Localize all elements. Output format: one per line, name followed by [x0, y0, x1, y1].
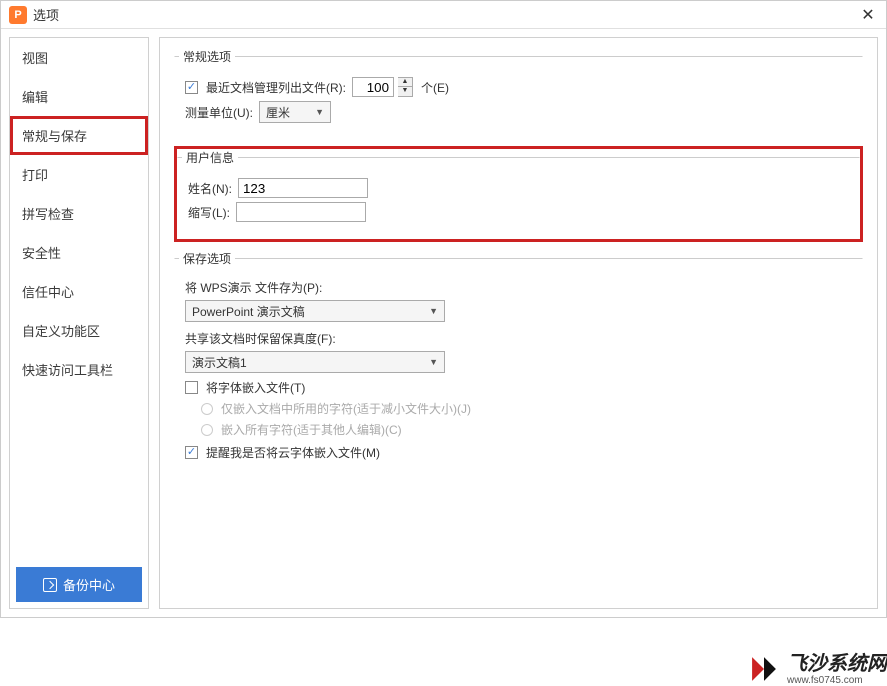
sidebar-item-quick-access[interactable]: 快速访问工具栏 — [10, 350, 148, 389]
recent-files-spinner: ▲ ▼ — [398, 77, 413, 97]
save-options-legend: 保存选项 — [179, 250, 235, 267]
chevron-down-icon: ▼ — [429, 357, 438, 367]
spinner-up-button[interactable]: ▲ — [398, 78, 412, 87]
watermark-text: 飞沙系统网 — [787, 653, 887, 675]
user-info-legend: 用户信息 — [182, 149, 238, 166]
sidebar-item-edit[interactable]: 编辑 — [10, 77, 148, 116]
unit-label: 测量单位(U): — [185, 104, 253, 121]
name-label: 姓名(N): — [188, 180, 232, 197]
save-as-value: PowerPoint 演示文稿 — [192, 303, 305, 320]
general-options-legend: 常规选项 — [179, 48, 235, 65]
close-button[interactable]: ✕ — [858, 5, 878, 25]
fidelity-value: 演示文稿1 — [192, 354, 247, 371]
embed-all-radio[interactable] — [201, 424, 213, 436]
chevron-down-icon: ▼ — [429, 306, 438, 316]
remind-cloud-fonts-label: 提醒我是否将云字体嵌入文件(M) — [206, 444, 380, 461]
app-icon — [9, 6, 27, 24]
name-input[interactable] — [238, 178, 368, 198]
embed-fonts-label: 将字体嵌入文件(T) — [206, 379, 305, 396]
save-as-select[interactable]: PowerPoint 演示文稿 ▼ — [185, 300, 445, 322]
general-options-group: 常规选项 最近文档管理列出文件(R): ▲ ▼ 个(E) 测量单位(U): 厘米 — [174, 48, 863, 140]
recent-files-checkbox[interactable] — [185, 81, 198, 94]
embed-subset-label: 仅嵌入文档中所用的字符(适于减小文件大小)(J) — [221, 400, 471, 417]
sidebar-item-trust-center[interactable]: 信任中心 — [10, 272, 148, 311]
fidelity-label: 共享该文档时保留保真度(F): — [185, 330, 336, 347]
unit-select[interactable]: 厘米 ▼ — [259, 101, 331, 123]
recent-files-input[interactable] — [352, 77, 394, 97]
titlebar: 选项 ✕ — [1, 1, 886, 29]
embed-subset-radio[interactable] — [201, 403, 213, 415]
watermark-url: www.fs0745.com — [787, 675, 887, 686]
embed-fonts-checkbox[interactable] — [185, 381, 198, 394]
spinner-down-button[interactable]: ▼ — [398, 87, 412, 96]
save-options-group: 保存选项 将 WPS演示 文件存为(P): PowerPoint 演示文稿 ▼ … — [174, 250, 863, 478]
sidebar-item-general-save[interactable]: 常规与保存 — [10, 116, 148, 155]
body-area: 视图 编辑 常规与保存 打印 拼写检查 安全性 信任中心 自定义功能区 快速访问… — [1, 29, 886, 617]
sidebar-item-custom-ribbon[interactable]: 自定义功能区 — [10, 311, 148, 350]
watermark: 飞沙系统网 www.fs0745.com — [747, 652, 887, 686]
sidebar: 视图 编辑 常规与保存 打印 拼写检查 安全性 信任中心 自定义功能区 快速访问… — [9, 37, 149, 609]
sidebar-spacer — [10, 389, 148, 561]
backup-icon — [43, 578, 57, 592]
chevron-down-icon: ▼ — [315, 107, 324, 117]
watermark-icon — [747, 652, 781, 686]
sidebar-item-view[interactable]: 视图 — [10, 38, 148, 77]
unit-select-value: 厘米 — [266, 104, 290, 121]
user-info-group: 用户信息 姓名(N): 缩写(L): — [177, 149, 860, 239]
backup-center-label: 备份中心 — [63, 575, 115, 594]
options-window: 选项 ✕ 视图 编辑 常规与保存 打印 拼写检查 安全性 信任中心 自定义功能区… — [0, 0, 887, 618]
initials-input[interactable] — [236, 202, 366, 222]
embed-all-label: 嵌入所有字符(适于其他人编辑)(C) — [221, 421, 402, 438]
sidebar-item-security[interactable]: 安全性 — [10, 233, 148, 272]
sidebar-item-spellcheck[interactable]: 拼写检查 — [10, 194, 148, 233]
recent-files-suffix: 个(E) — [421, 79, 449, 96]
sidebar-item-print[interactable]: 打印 — [10, 155, 148, 194]
fidelity-select[interactable]: 演示文稿1 ▼ — [185, 351, 445, 373]
content-panel: 常规选项 最近文档管理列出文件(R): ▲ ▼ 个(E) 测量单位(U): 厘米 — [159, 37, 878, 609]
backup-center-button[interactable]: 备份中心 — [16, 567, 142, 602]
user-info-highlight: 用户信息 姓名(N): 缩写(L): — [174, 146, 863, 242]
initials-label: 缩写(L): — [188, 204, 230, 221]
recent-files-label: 最近文档管理列出文件(R): — [206, 79, 346, 96]
remind-cloud-fonts-checkbox[interactable] — [185, 446, 198, 459]
window-title: 选项 — [33, 5, 858, 24]
save-as-label: 将 WPS演示 文件存为(P): — [185, 279, 322, 296]
